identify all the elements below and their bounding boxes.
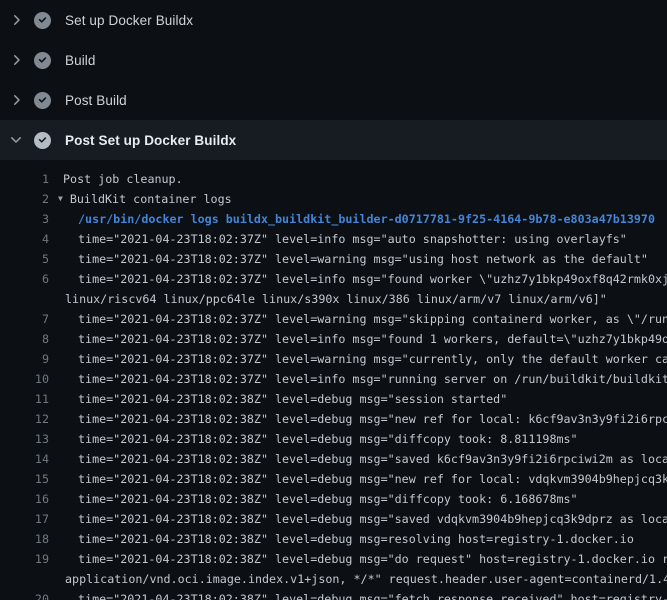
log-line: 15 time="2021-04-23T18:02:38Z" level=deb…: [0, 469, 667, 489]
log-line-text: time="2021-04-23T18:02:37Z" level=warnin…: [49, 249, 648, 269]
log-line-text: time="2021-04-23T18:02:38Z" level=debug …: [49, 469, 667, 489]
chevron-right-icon: [8, 92, 24, 108]
log-output: 1 Post job cleanup. 2 ▼ BuildKit contain…: [0, 160, 667, 600]
log-group-title: BuildKit container logs: [63, 189, 232, 209]
log-line-number: [0, 289, 49, 309]
check-circle-icon: [34, 92, 51, 109]
log-line-number[interactable]: 7: [0, 309, 49, 329]
log-line: 10 time="2021-04-23T18:02:37Z" level=inf…: [0, 369, 667, 389]
log-line-number[interactable]: 15: [0, 469, 49, 489]
step-label: Post Build: [65, 93, 127, 108]
log-group-header[interactable]: 2 ▼ BuildKit container logs: [0, 189, 667, 209]
log-line-number[interactable]: 6: [0, 269, 49, 289]
collapse-triangle-icon[interactable]: ▼: [49, 189, 63, 209]
log-line-text: time="2021-04-23T18:02:38Z" level=debug …: [49, 489, 578, 509]
log-line-text: time="2021-04-23T18:02:37Z" level=warnin…: [49, 349, 667, 369]
chevron-right-icon: [8, 12, 24, 28]
log-line-number[interactable]: 14: [0, 449, 49, 469]
log-line-continuation: application/vnd.oci.image.index.v1+json,…: [0, 569, 667, 589]
log-line: 8 time="2021-04-23T18:02:37Z" level=info…: [0, 329, 667, 349]
step-header-set-up-docker-buildx[interactable]: Set up Docker Buildx: [0, 0, 667, 40]
step-label: Build: [65, 53, 96, 68]
log-line: 14 time="2021-04-23T18:02:38Z" level=deb…: [0, 449, 667, 469]
log-line-text: time="2021-04-23T18:02:37Z" level=info m…: [49, 229, 627, 249]
log-line-number[interactable]: 9: [0, 349, 49, 369]
log-line-text: time="2021-04-23T18:02:38Z" level=debug …: [49, 449, 667, 469]
log-line-number[interactable]: 3: [0, 209, 49, 229]
log-line: 13 time="2021-04-23T18:02:38Z" level=deb…: [0, 429, 667, 449]
chevron-right-icon: [8, 52, 24, 68]
step-header-post-set-up-docker-buildx[interactable]: Post Set up Docker Buildx: [0, 120, 667, 160]
log-line-number[interactable]: 2: [0, 189, 49, 209]
log-command-line: 3 /usr/bin/docker logs buildx_buildkit_b…: [0, 209, 667, 229]
log-line-text: time="2021-04-23T18:02:38Z" level=debug …: [49, 589, 667, 600]
log-line: 17 time="2021-04-23T18:02:38Z" level=deb…: [0, 509, 667, 529]
log-line: 19 time="2021-04-23T18:02:38Z" level=deb…: [0, 549, 667, 569]
log-line-text: time="2021-04-23T18:02:38Z" level=debug …: [49, 549, 667, 569]
log-line-text: time="2021-04-23T18:02:38Z" level=debug …: [49, 409, 667, 429]
log-line-text: time="2021-04-23T18:02:38Z" level=debug …: [49, 529, 634, 549]
log-line-text: time="2021-04-23T18:02:37Z" level=info m…: [49, 269, 667, 289]
log-line: 4 time="2021-04-23T18:02:37Z" level=info…: [0, 229, 667, 249]
log-line-number[interactable]: 18: [0, 529, 49, 549]
log-line: 6 time="2021-04-23T18:02:37Z" level=info…: [0, 269, 667, 289]
log-line: 1 Post job cleanup.: [0, 169, 667, 189]
log-line-text: /usr/bin/docker logs buildx_buildkit_bui…: [49, 209, 655, 229]
log-line: 5 time="2021-04-23T18:02:37Z" level=warn…: [0, 249, 667, 269]
log-line-number[interactable]: 11: [0, 389, 49, 409]
log-line-text: time="2021-04-23T18:02:38Z" level=debug …: [49, 509, 667, 529]
log-line-text: application/vnd.oci.image.index.v1+json,…: [49, 569, 667, 589]
log-line-text: Post job cleanup.: [49, 169, 183, 189]
step-header-build[interactable]: Build: [0, 40, 667, 80]
chevron-down-icon: [8, 132, 24, 148]
log-line-number: [0, 569, 49, 589]
check-circle-icon: [34, 12, 51, 29]
log-line-text: time="2021-04-23T18:02:37Z" level=info m…: [49, 329, 667, 349]
log-line-text: linux/riscv64 linux/ppc64le linux/s390x …: [49, 289, 607, 309]
log-line-continuation: linux/riscv64 linux/ppc64le linux/s390x …: [0, 289, 667, 309]
log-line-number[interactable]: 19: [0, 549, 49, 569]
log-line: 9 time="2021-04-23T18:02:37Z" level=warn…: [0, 349, 667, 369]
log-line-number[interactable]: 20: [0, 589, 49, 600]
log-line: 20 time="2021-04-23T18:02:38Z" level=deb…: [0, 589, 667, 600]
check-circle-icon: [34, 52, 51, 69]
log-line-number[interactable]: 5: [0, 249, 49, 269]
log-line: 7 time="2021-04-23T18:02:37Z" level=warn…: [0, 309, 667, 329]
log-line-number[interactable]: 8: [0, 329, 49, 349]
log-line-number[interactable]: 13: [0, 429, 49, 449]
log-line: 16 time="2021-04-23T18:02:38Z" level=deb…: [0, 489, 667, 509]
log-line: 12 time="2021-04-23T18:02:38Z" level=deb…: [0, 409, 667, 429]
log-line-text: time="2021-04-23T18:02:38Z" level=debug …: [49, 429, 578, 449]
log-line-text: time="2021-04-23T18:02:37Z" level=info m…: [49, 369, 667, 389]
step-list: Set up Docker Buildx Build Post Build Po…: [0, 0, 667, 160]
log-line-number[interactable]: 16: [0, 489, 49, 509]
log-line-text: time="2021-04-23T18:02:38Z" level=debug …: [49, 389, 507, 409]
log-line-number[interactable]: 10: [0, 369, 49, 389]
check-circle-icon: [34, 132, 51, 149]
step-header-post-build[interactable]: Post Build: [0, 80, 667, 120]
log-line-number[interactable]: 17: [0, 509, 49, 529]
log-line: 11 time="2021-04-23T18:02:38Z" level=deb…: [0, 389, 667, 409]
log-line: 18 time="2021-04-23T18:02:38Z" level=deb…: [0, 529, 667, 549]
step-label: Post Set up Docker Buildx: [65, 133, 236, 148]
step-label: Set up Docker Buildx: [65, 13, 193, 28]
log-line-number[interactable]: 4: [0, 229, 49, 249]
log-line-number[interactable]: 1: [0, 169, 49, 189]
log-line-number[interactable]: 12: [0, 409, 49, 429]
log-line-text: time="2021-04-23T18:02:37Z" level=warnin…: [49, 309, 667, 329]
